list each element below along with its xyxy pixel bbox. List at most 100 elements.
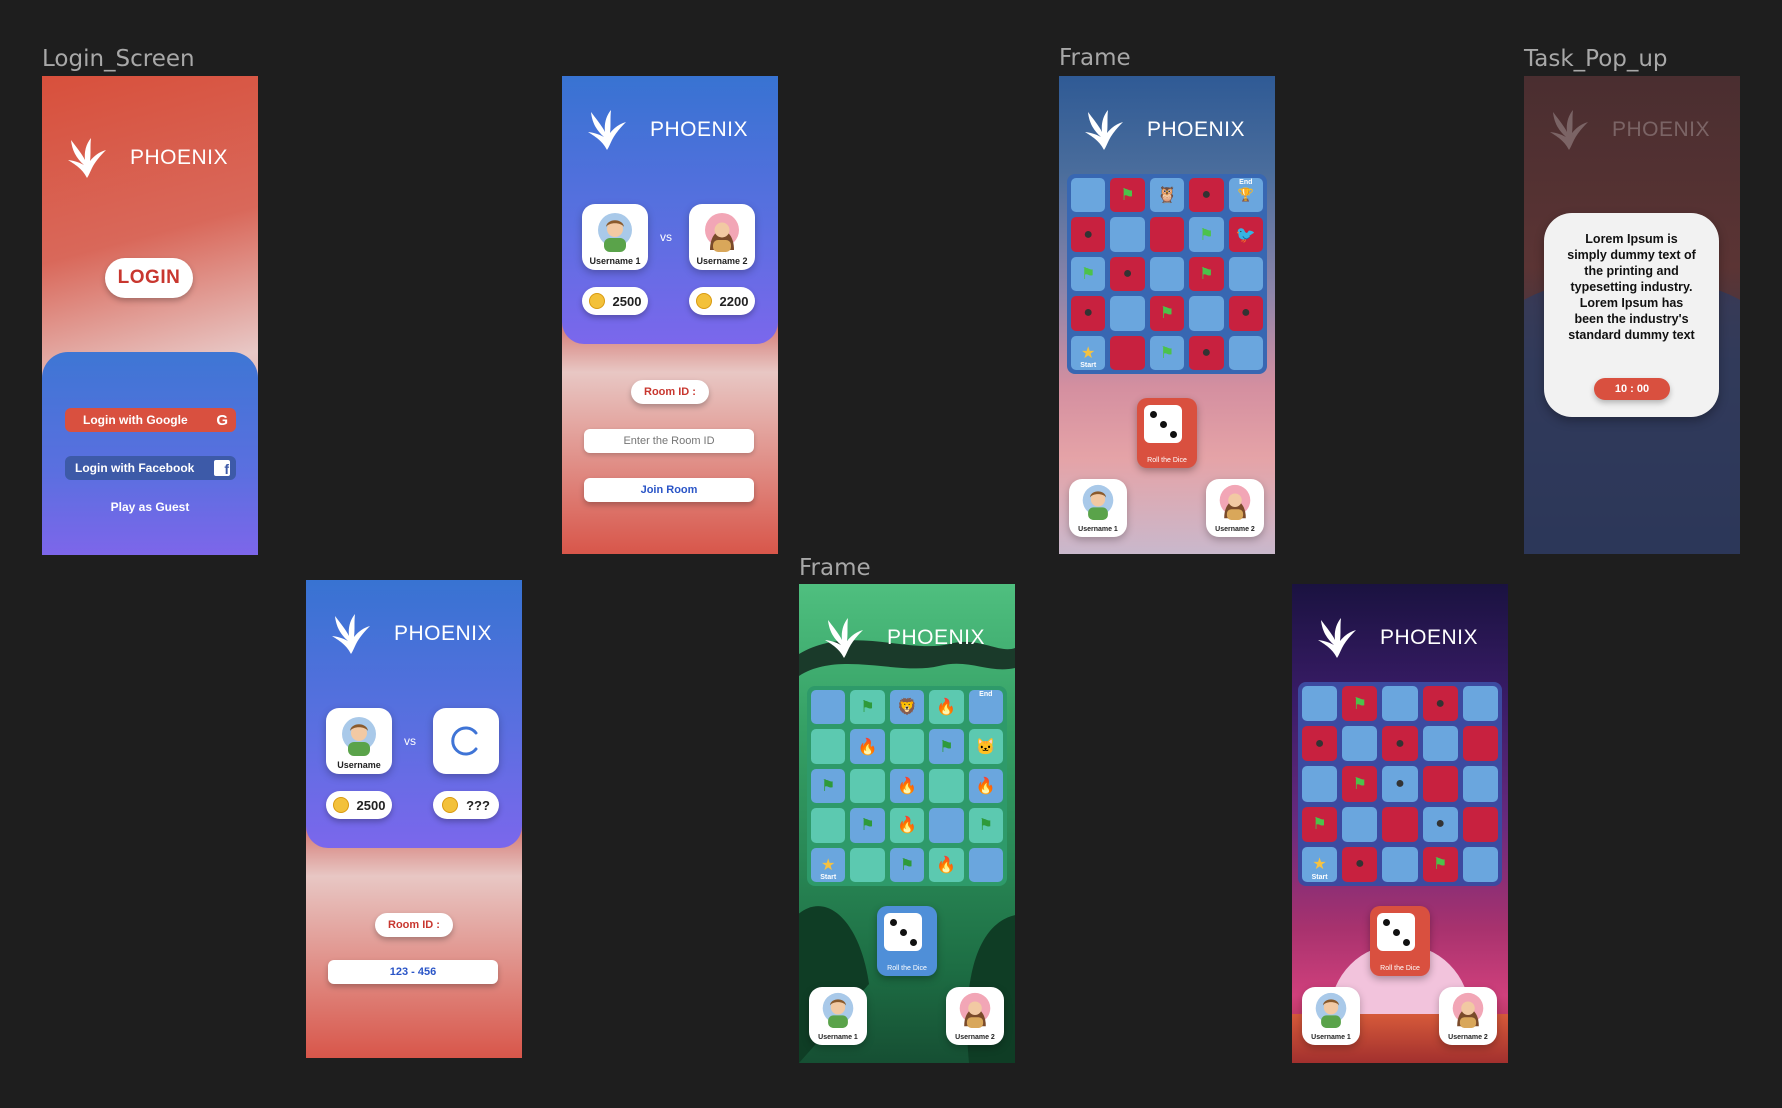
board-tile[interactable]: ● — [1189, 335, 1224, 370]
board-tile[interactable] — [1342, 806, 1378, 842]
app-title: PHOENIX — [887, 626, 986, 649]
board-tile[interactable]: ⚑ — [1342, 766, 1378, 802]
player2-name: Username 2 — [1215, 526, 1255, 533]
board-tile[interactable] — [1110, 335, 1145, 370]
board-tile[interactable]: ⚑ — [929, 729, 964, 764]
board-tile[interactable]: ● — [1189, 178, 1224, 213]
board-tile[interactable]: 🔥 — [889, 768, 925, 804]
board-tile[interactable] — [1342, 726, 1378, 762]
board-tile[interactable]: ● — [1302, 726, 1338, 762]
board-tile[interactable]: ⚑ — [1342, 686, 1378, 722]
board-tile[interactable]: 🔥 — [929, 690, 964, 725]
board-tile[interactable]: ⚑ — [889, 847, 925, 882]
board-tile[interactable]: ● — [1422, 686, 1458, 722]
board-tile[interactable] — [1189, 296, 1224, 331]
board-tile[interactable] — [1228, 335, 1263, 370]
board-tile[interactable] — [1149, 256, 1185, 292]
phoenix-icon — [588, 110, 626, 150]
board-tile[interactable]: ⚑ — [1149, 335, 1185, 370]
board-tile[interactable] — [1382, 846, 1418, 882]
board-tile[interactable] — [1462, 846, 1498, 882]
board-tile[interactable]: 🐦 — [1228, 217, 1263, 252]
board-tile[interactable]: ⚑ — [1422, 846, 1458, 882]
board-tile[interactable]: ● — [1342, 846, 1378, 882]
join-room-button[interactable]: Join Room — [584, 478, 754, 502]
fire-icon: 🔥 — [936, 856, 957, 874]
board-tile[interactable]: ⚑ — [850, 808, 885, 843]
board-tile[interactable]: 🦉 — [1149, 178, 1185, 213]
board-tile[interactable] — [929, 768, 964, 804]
board-tile[interactable]: ● — [1382, 766, 1418, 802]
board-tile-start[interactable]: ★ Start — [1071, 335, 1106, 370]
board-tile[interactable] — [811, 690, 846, 725]
board-tile[interactable]: 🦁 — [889, 690, 925, 725]
board-tile[interactable]: ⚑ — [968, 808, 1003, 843]
board-tile[interactable] — [1110, 296, 1145, 331]
board-tile[interactable]: ● — [1422, 806, 1458, 842]
end-label: End — [1239, 179, 1253, 186]
board-tile[interactable]: ⚑ — [1189, 256, 1224, 292]
facebook-login-button[interactable]: Login with Facebook f — [65, 456, 236, 480]
board-tile[interactable]: ● — [1382, 726, 1418, 762]
board-tile[interactable] — [1422, 726, 1458, 762]
player1-card: Username 1 — [809, 987, 867, 1045]
board-tile[interactable]: 🔥 — [889, 808, 925, 843]
roll-dice-button[interactable]: Roll the Dice — [1370, 906, 1430, 976]
bomb-icon: ● — [1201, 343, 1212, 361]
board-tile[interactable] — [1149, 217, 1185, 252]
board-tile[interactable] — [1462, 686, 1498, 722]
board-tile[interactable]: ● — [1228, 296, 1263, 331]
board-tile[interactable]: ⚑ — [811, 768, 846, 804]
board-tile[interactable] — [811, 729, 846, 764]
board-tile[interactable] — [1228, 256, 1263, 292]
app-logo: PHOENIX — [1546, 106, 1710, 154]
player1-coins-value: 2500 — [612, 293, 642, 309]
board-tile[interactable]: ⚑ — [1110, 178, 1145, 213]
roll-dice-button[interactable]: Roll the Dice — [877, 906, 937, 976]
board-tile[interactable] — [1110, 217, 1145, 252]
lobby-wait-screen: PHOENIX Username vs 2500 ??? Room ID : 1… — [306, 580, 522, 1058]
board-tile[interactable]: ⚑ — [1302, 806, 1338, 842]
board-tile[interactable] — [1422, 766, 1458, 802]
board-tile-start[interactable]: ★ Start — [1302, 846, 1338, 882]
coin-icon — [332, 797, 349, 813]
board-tile[interactable]: ⚑ — [1189, 217, 1224, 252]
board-tile[interactable] — [1462, 806, 1498, 842]
board-tile[interactable]: ⚑ — [1149, 296, 1185, 331]
app-title: PHOENIX — [394, 622, 493, 645]
board-tile[interactable] — [968, 847, 1003, 882]
board-tile[interactable] — [850, 847, 885, 882]
flag-icon: ⚑ — [860, 699, 875, 717]
board-tile[interactable]: 🔥 — [929, 847, 964, 882]
guest-link[interactable]: Play as Guest — [42, 500, 258, 514]
board-tile-end[interactable]: End 🏆 — [1228, 178, 1263, 213]
board-tile[interactable] — [889, 729, 925, 764]
board-tile-start[interactable]: ★ Start — [811, 847, 846, 882]
board-tile[interactable]: ⚑ — [850, 690, 885, 725]
board-tile[interactable] — [1071, 178, 1106, 213]
board-tile[interactable]: 🔥 — [850, 729, 885, 764]
board-tile[interactable]: 🔥 — [968, 768, 1003, 804]
board-tile[interactable] — [1382, 686, 1418, 722]
board-tile[interactable]: ● — [1110, 256, 1145, 292]
board-tile-end[interactable]: End — [968, 690, 1003, 725]
login-button[interactable]: LOGIN — [105, 258, 193, 298]
board-tile[interactable] — [811, 808, 846, 843]
google-login-button[interactable]: Login with Google G — [65, 408, 236, 432]
board-tile[interactable] — [1302, 766, 1338, 802]
roll-dice-button[interactable]: Roll the Dice — [1137, 398, 1197, 468]
board-tile[interactable] — [1302, 686, 1338, 722]
board-tile[interactable] — [1462, 726, 1498, 762]
room-id-input[interactable] — [584, 429, 754, 453]
board-tile[interactable] — [850, 768, 885, 804]
star-icon: ★ — [1312, 856, 1327, 874]
board-tile[interactable]: ● — [1071, 217, 1106, 252]
start-label: Start — [820, 874, 837, 881]
board-tile[interactable] — [929, 808, 964, 843]
board-tile[interactable] — [1462, 766, 1498, 802]
board-tile[interactable]: 🐱 — [968, 729, 1003, 764]
board-tile[interactable] — [1382, 806, 1418, 842]
board-tile[interactable]: ● — [1071, 296, 1106, 331]
flag-icon: ⚑ — [939, 738, 954, 756]
board-tile[interactable]: ⚑ — [1071, 256, 1106, 292]
